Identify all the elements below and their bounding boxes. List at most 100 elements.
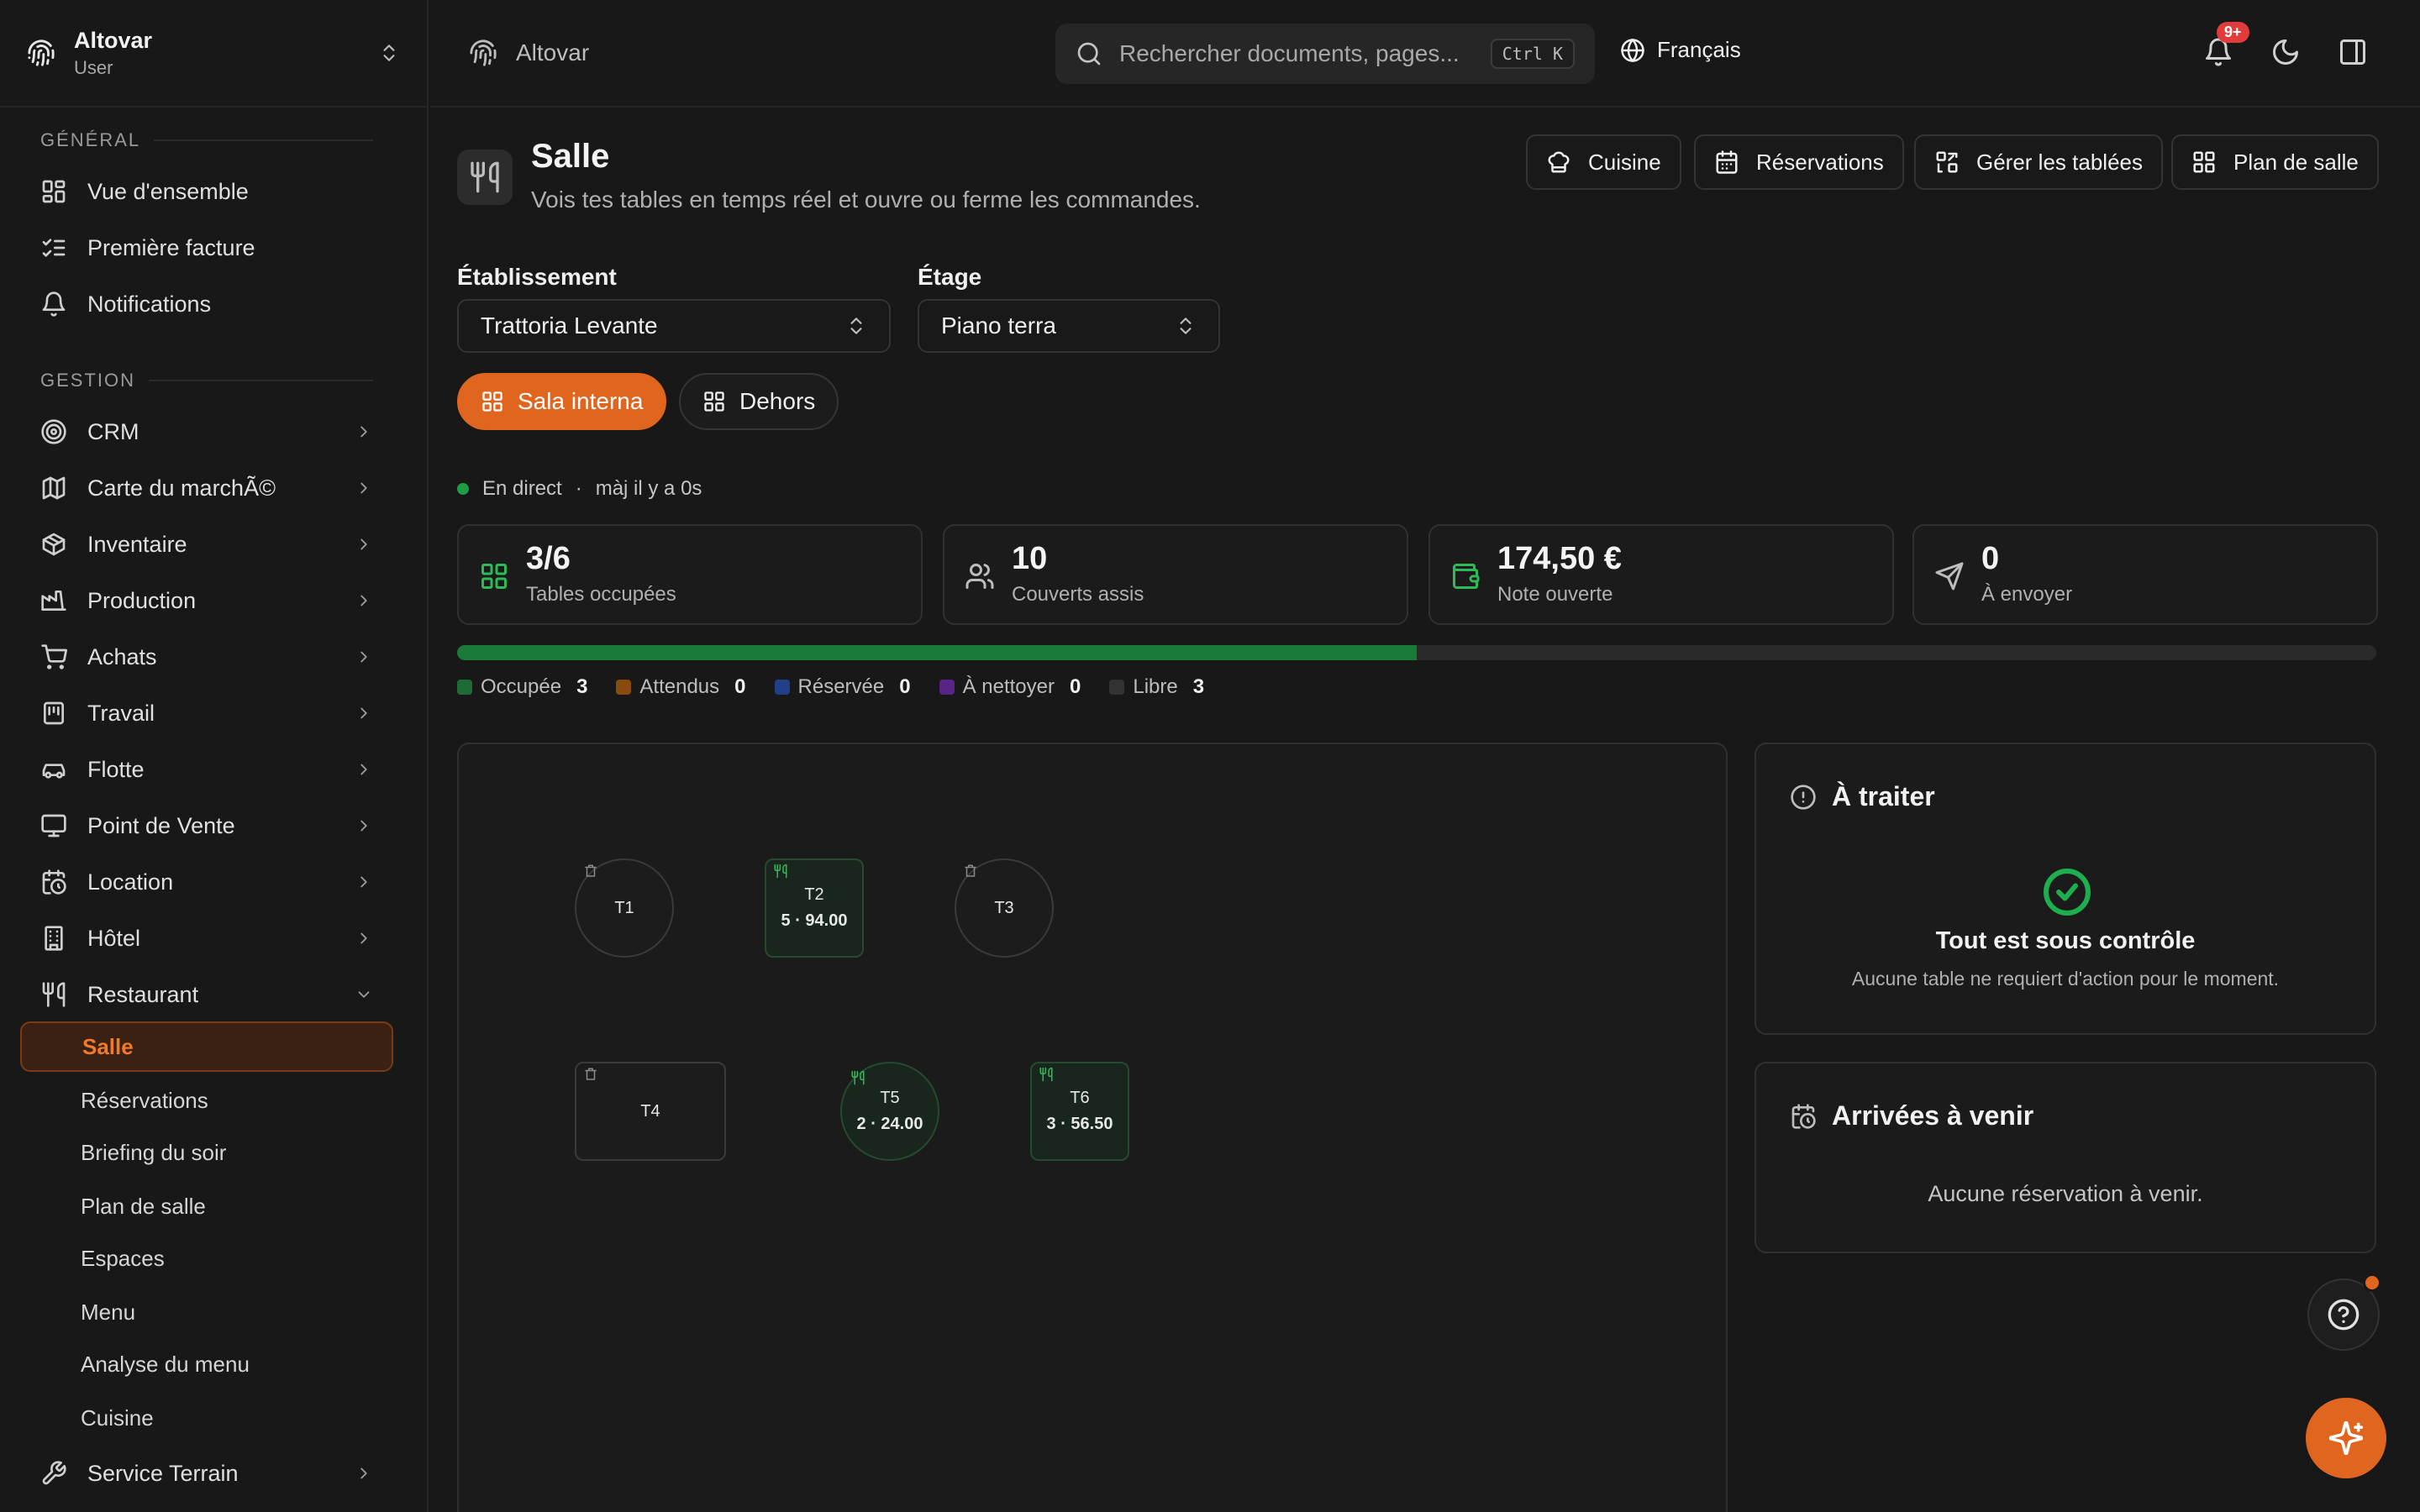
sidebar-item-pos[interactable]: Point de Vente [20,802,393,849]
sidebar-subitem-salle[interactable]: Salle [20,1021,393,1072]
live-updated: màj il y a 0s [595,477,702,500]
trash-icon [965,864,976,877]
trash-icon [585,864,597,877]
todo-header: À traiter [1790,781,1935,812]
box-icon [42,533,66,556]
stat-seated-covers: 10 Couverts assis [943,524,1408,625]
legend-count: 3 [576,675,588,698]
arrivals-title: Arrivées à venir [1832,1100,2034,1131]
org-switcher[interactable]: Altovar User [0,0,427,108]
section-gestion: GESTION [40,370,373,391]
table-name: T6 [1070,1089,1090,1107]
reservations-button[interactable]: Réservations [1694,134,1904,190]
stat-open-bill: 174,50 € Note ouverte [1428,524,1894,625]
chevrons-up-down-icon [1180,318,1192,334]
legend-swatch [1109,680,1125,695]
manage-tables-button-label: Gérer les tablées [1976,149,2143,175]
sidebar-item-label: Service Terrain [87,1460,239,1486]
search-shortcut: Ctrl K [1490,39,1575,69]
sidebar-toggle-icon[interactable] [2338,37,2368,67]
table-t1[interactable]: T1 [575,858,674,958]
search-placeholder: Rechercher documents, pages... [1119,40,1460,66]
sidebar-item-work[interactable]: Travail [20,690,393,737]
live-dot [457,483,469,495]
zone-tab-sala-interna[interactable]: Sala interna [457,373,667,430]
sidebar-item-label: Vue d'ensemble [87,178,249,204]
sidebar-subitem-reservations[interactable]: Réservations [20,1075,393,1126]
table-covers-amount: 5 · 94.00 [781,911,848,930]
layout-grid-icon [481,564,507,589]
sidebar-item-crm[interactable]: CRM [20,408,393,455]
table-t2[interactable]: T2 5 · 94.00 [765,858,864,958]
sidebar-subitem-briefing[interactable]: Briefing du soir [20,1127,393,1178]
chevron-right-icon [360,595,367,606]
sidebar-subitem-floor-plan[interactable]: Plan de salle [20,1181,393,1231]
kitchen-button[interactable]: Cuisine [1526,134,1681,190]
sidebar: Altovar User GÉNÉRAL Vue d'ensemble Prem… [0,0,429,1512]
sidebar-item-purchases[interactable]: Achats [20,633,393,680]
reservations-button-label: Réservations [1756,149,1884,175]
breadcrumb[interactable]: Altovar [469,39,589,67]
utensils-icon [774,864,787,879]
sidebar-subitem-kitchen[interactable]: Cuisine [20,1393,393,1443]
table-t3[interactable]: T3 [955,858,1054,958]
clipboard-icon [44,701,64,725]
legend-occupied: Occupée 3 [457,675,587,699]
ai-assistant-button[interactable] [2306,1398,2386,1478]
chevron-right-icon [360,482,367,494]
sidebar-item-production[interactable]: Production [20,577,393,624]
legend-reserved: Réservée 0 [774,675,911,699]
sidebar-subitem-spaces[interactable]: Espaces [20,1233,393,1284]
language-switcher[interactable]: Français [1620,37,1741,63]
occupancy-bar [457,645,2376,660]
page-subtitle: Vois tes tables en temps réel et ouvre o… [531,186,1201,213]
sidebar-item-label: Production [87,587,197,613]
manage-tables-button[interactable]: Gérer les tablées [1914,134,2163,190]
sidebar-item-hotel[interactable]: Hôtel [20,915,393,962]
sidebar-item-label: Restaurant [87,981,199,1007]
sidebar-item-inventory[interactable]: Inventaire [20,521,393,568]
help-notification-dot [2363,1273,2381,1292]
floor-plan-button[interactable]: Plan de salle [2171,134,2379,190]
sidebar-item-overview[interactable]: Vue d'ensemble [20,168,393,215]
moon-icon[interactable] [2270,37,2301,67]
globe-icon [1621,38,1644,62]
sidebar-subitem-menu-analysis[interactable]: Analyse du menu [20,1339,393,1389]
floor-select[interactable]: Piano terra [918,299,1220,353]
sidebar-item-notifications[interactable]: Notifications [20,281,393,328]
sidebar-item-label: Première facture [87,234,255,260]
sidebar-item-rental[interactable]: Location [20,858,393,906]
establishment-select[interactable]: Trattoria Levante [457,299,891,353]
search-input[interactable]: Rechercher documents, pages... Ctrl K [1055,24,1595,84]
checklist-icon [42,239,66,257]
sidebar-item-market-map[interactable]: Carte du marchÃ© [20,465,393,512]
sidebar-item-label: Achats [87,643,157,669]
search-icon [1077,42,1101,66]
sidebar-subitem-menu[interactable]: Menu [20,1287,393,1337]
sidebar-item-first-invoice[interactable]: Première facture [20,224,393,271]
page-title: Salle [531,138,610,175]
arrivals-empty: Aucune réservation à venir. [1928,1181,2203,1206]
legend-count: 0 [899,675,911,698]
legend-swatch [616,680,632,695]
table-t5[interactable]: T5 2 · 24.00 [840,1062,939,1161]
legend-swatch [774,680,790,695]
sidebar-item-restaurant[interactable]: Restaurant [20,971,393,1018]
floor-value: Piano terra [941,312,1056,339]
trash-icon [585,1068,597,1080]
sidebar-item-field-service[interactable]: Service Terrain [20,1450,393,1497]
table-t6[interactable]: T6 3 · 56.50 [1030,1062,1129,1161]
target-icon [41,419,66,444]
chevron-right-icon [360,707,367,719]
zone-tab-dehors[interactable]: Dehors [679,373,839,430]
chevron-right-icon [360,426,367,438]
calendar-clock-icon [42,869,66,895]
utensils-icon [851,1070,865,1085]
layout-grid-icon [704,391,724,412]
sidebar-item-label: Travail [87,700,155,726]
layout-grid-icon [482,391,502,412]
sidebar-item-fleet[interactable]: Flotte [20,746,393,793]
sidebar-item-label: Carte du marchÃ© [87,475,276,501]
table-t4[interactable]: T4 [575,1062,726,1161]
utensils-icon [42,982,66,1007]
